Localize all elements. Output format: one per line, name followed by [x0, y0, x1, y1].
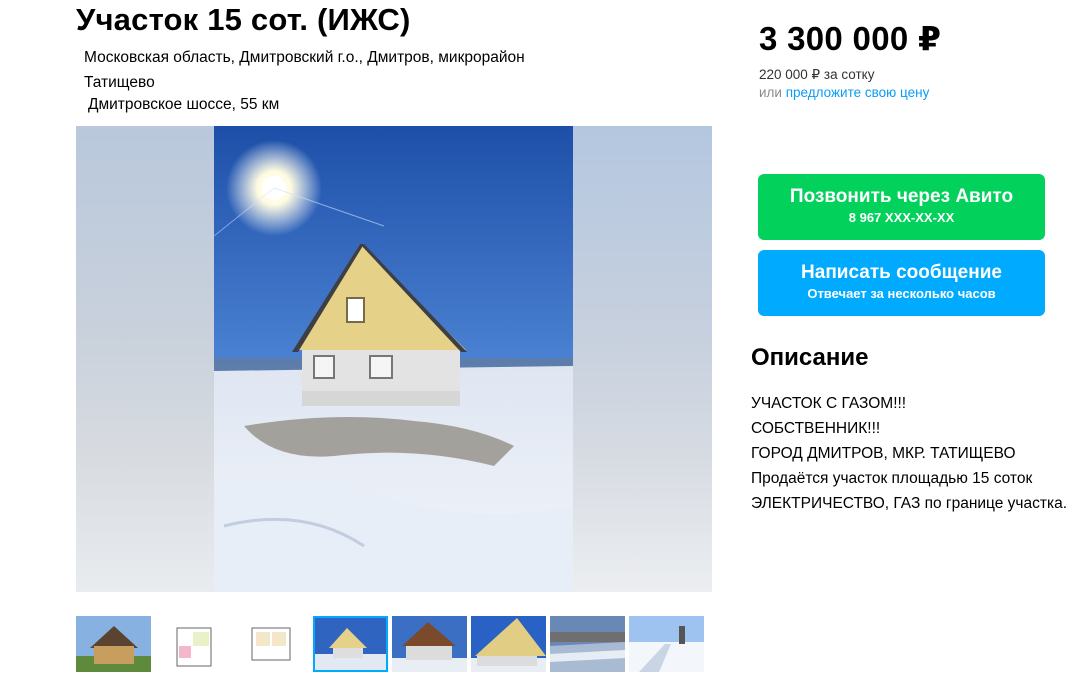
main-photo[interactable] [214, 126, 573, 592]
highway-text: Дмитровское шоссе, 55 км [88, 96, 280, 113]
price: 3 300 000 ₽ [759, 20, 942, 57]
description-heading: Описание [751, 344, 869, 371]
message-button[interactable]: Написать сообщение Отвечает за несколько… [758, 250, 1045, 316]
thumbnail[interactable] [629, 616, 704, 672]
thumbnail[interactable] [550, 616, 625, 672]
thumbnail[interactable] [471, 616, 546, 672]
thumbnail[interactable] [234, 616, 309, 672]
main-photo-gallery[interactable] [76, 126, 712, 592]
message-button-label: Написать сообщение [801, 262, 1002, 283]
description-line: ГОРОД ДМИТРОВ, МКР. ТАТИЩЕВО [751, 445, 1016, 462]
description-text: УЧАСТОК С ГАЗОМ!!! СОБСТВЕННИК!!! ГОРОД … [751, 391, 1067, 516]
gallery-blur-left [76, 126, 216, 592]
thumbnail-strip [76, 616, 716, 672]
thumbnail[interactable] [313, 616, 388, 672]
thumbnail[interactable] [155, 616, 230, 672]
address-line-2: Татищево [84, 74, 155, 91]
reply-time: Отвечает за несколько часов [807, 286, 996, 301]
offer-price: или предложите свою цену [759, 85, 929, 100]
call-button-label: Позвонить через Авито [789, 186, 1014, 207]
description-line: Продаётся участок площадью 15 соток [751, 470, 1033, 487]
price-per-sotka: 220 000 ₽ за сотку [759, 67, 875, 82]
thumbnail[interactable] [392, 616, 467, 672]
description-line: ЭЛЕКТРИЧЕСТВО, ГАЗ по границе участка. [751, 495, 1068, 512]
phone-number: 8 967 XXX-XX-XX [848, 210, 955, 225]
description-line: СОБСТВЕННИК!!! [751, 420, 881, 437]
thumbnail[interactable] [76, 616, 151, 672]
address: Московская область, Дмитровский г.о., Дм… [84, 45, 584, 95]
listing-title: Участок 15 сот. (ИЖС) [76, 2, 411, 37]
address-line-1: Московская область, Дмитровский г.о., Дм… [84, 49, 525, 66]
highway-info: Дмитровское шоссе, 55 км [84, 96, 279, 114]
gallery-blur-right [572, 126, 712, 592]
offer-price-link[interactable]: предложите свою цену [786, 85, 930, 100]
description-line: УЧАСТОК С ГАЗОМ!!! [751, 395, 907, 412]
offer-prefix: или [759, 85, 782, 100]
call-button[interactable]: Позвонить через Авито 8 967 XXX-XX-XX [758, 174, 1045, 240]
